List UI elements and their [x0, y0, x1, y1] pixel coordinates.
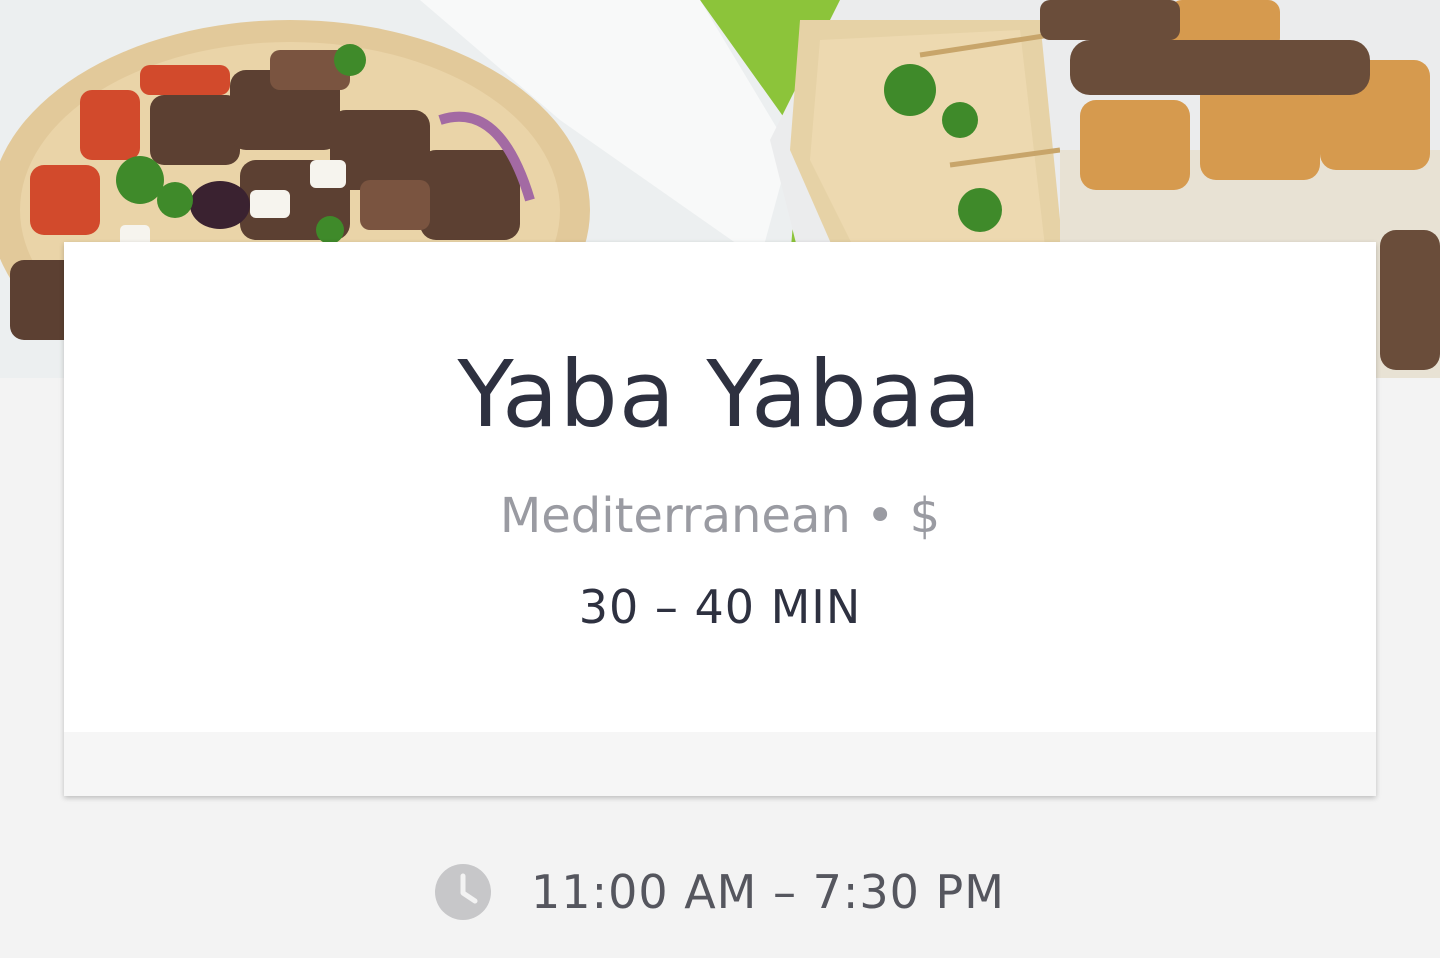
delivery-eta: 30 – 40 MIN: [578, 580, 862, 634]
opening-hours: 11:00 AM – 7:30 PM: [0, 862, 1440, 922]
restaurant-name: Yaba Yabaa: [457, 341, 983, 448]
restaurant-cuisine-price: Mediterranean • $: [499, 488, 941, 544]
opening-hours-text: 11:00 AM – 7:30 PM: [531, 865, 1005, 919]
restaurant-card-footer: [64, 732, 1376, 796]
clock-icon: [435, 864, 492, 920]
